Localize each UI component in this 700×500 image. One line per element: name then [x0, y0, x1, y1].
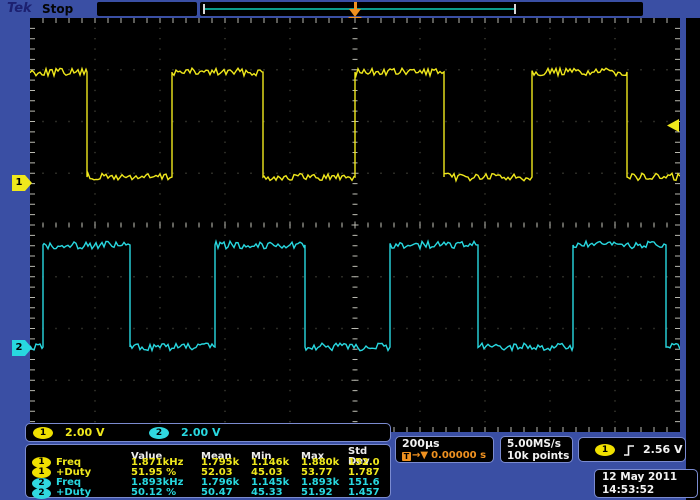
time-value: 14:53:52: [602, 484, 697, 497]
channel2-scale: 2.00 V: [181, 426, 239, 439]
graticule-svg: [30, 18, 680, 432]
measurement-table: Value Mean Min Max Std Dev 1 Freq1.871kH…: [25, 444, 391, 498]
channel2-badge: 2: [32, 488, 51, 499]
acquisition-status: Stop: [42, 2, 73, 16]
date-value: 12 May 2011: [602, 471, 697, 484]
tek-logo: Tek: [7, 1, 32, 16]
channel2-badge: 2: [149, 427, 169, 439]
timebase-scale: 200µs: [402, 438, 493, 450]
trigger-t-icon: T: [402, 452, 411, 461]
table-row: 1 Freq1.871kHz 1.795k1.146k 1.880k152.0: [26, 457, 390, 467]
arrow-to-center-icon: →▼: [412, 450, 428, 462]
oscilloscope-screen: { "header": { "logo": "Tek", "status": "…: [0, 0, 700, 500]
record-length: 10k points: [507, 450, 572, 462]
record-window-right-bracket: [514, 4, 516, 14]
trigger-delay-readout: T →▼ 0.00000 s: [402, 450, 493, 462]
right-black-column: [686, 18, 700, 500]
channel2-ground-marker: 2: [12, 340, 32, 356]
trigger-source-badge: 1: [595, 444, 615, 456]
channel1-badge: 1: [33, 427, 53, 439]
channel1-ground-marker: 1: [12, 175, 32, 191]
trigger-position-arrow-icon: [349, 2, 361, 18]
trigger-readout: 1 2.56 V: [578, 437, 686, 462]
channel-scale-bar: 1 2.00 V 2 2.00 V: [25, 423, 391, 442]
trigger-time-offset: 0.00000 s: [431, 450, 486, 462]
measurement-header-row: Value Mean Min Max Std Dev: [26, 447, 390, 457]
datetime-readout: 12 May 2011 14:53:52: [594, 469, 698, 498]
trigger-level-value: 2.56 V: [643, 443, 682, 456]
table-row: 2 +Duty50.12 % 50.4745.33 51.921.457: [26, 488, 390, 498]
table-row: 1 +Duty51.95 % 52.0345.03 53.771.787: [26, 467, 390, 477]
table-row: 2 Freq1.893kHz 1.796k1.145k 1.893k151.6: [26, 478, 390, 488]
sample-rate: 5.00MS/s: [507, 438, 572, 450]
record-view-bar: [200, 2, 643, 16]
record-window-left-bracket: [203, 4, 205, 14]
acquisition-readout: 5.00MS/s 10k points: [500, 436, 573, 463]
rising-edge-icon: [623, 443, 635, 457]
timebase-readout: 200µs T →▼ 0.00000 s: [395, 436, 494, 463]
channel1-scale: 2.00 V: [65, 426, 123, 439]
top-info-box: [97, 2, 197, 16]
